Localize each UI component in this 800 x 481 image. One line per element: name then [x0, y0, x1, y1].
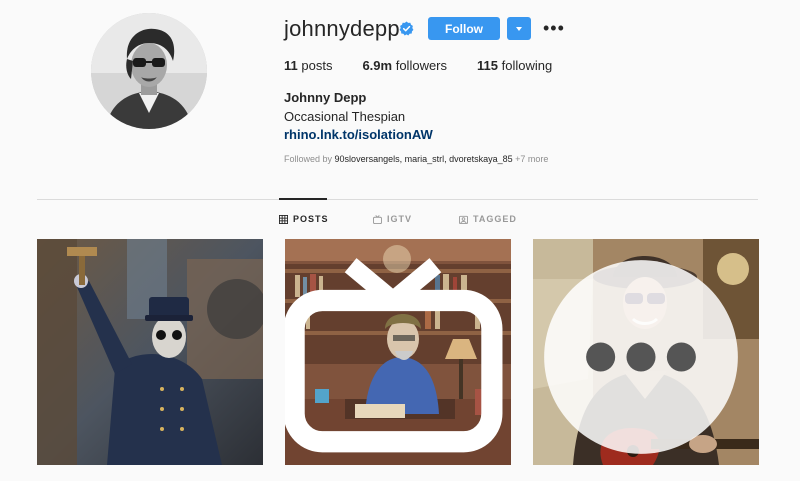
grid-icon: [279, 214, 288, 224]
suggested-accounts-button[interactable]: [507, 17, 531, 40]
active-tab-indicator: [279, 198, 327, 200]
posts-count-label: posts: [301, 58, 333, 73]
tab-igtv[interactable]: IGTV: [373, 214, 412, 224]
following-count-label: following: [501, 58, 553, 73]
following-count[interactable]: 115 following: [477, 58, 552, 73]
igtv-icon: [373, 214, 382, 224]
followed-by-prefix: Followed by: [284, 154, 333, 164]
profile-website-link[interactable]: rhino.lnk.to/isolationAW: [284, 127, 433, 142]
profile-photo: [91, 13, 207, 129]
tab-tagged[interactable]: TAGGED: [459, 214, 517, 224]
profile-bio: Occasional Thespian: [284, 109, 406, 124]
chevron-down-icon: [516, 26, 522, 31]
tab-tagged-label: TAGGED: [473, 214, 517, 224]
followed-by[interactable]: Followed by 90sloversangels, maria_strl,…: [284, 154, 548, 164]
post-thumbnail-3[interactable]: [533, 239, 759, 465]
tab-igtv-label: IGTV: [387, 214, 413, 224]
followed-by-names: 90sloversangels, maria_strl, dvoretskaya…: [334, 154, 513, 164]
video-badge-icon: [544, 260, 738, 454]
post-image-1: [37, 239, 263, 465]
followers-count-value: 6.9m: [362, 58, 393, 73]
profile-username: johnnydepp: [284, 16, 400, 41]
profile-stats: 11 posts 6.9m followers 115 following: [284, 58, 582, 73]
followed-by-more: +7 more: [515, 154, 549, 164]
followers-count[interactable]: 6.9m followers: [362, 58, 447, 73]
followers-count-label: followers: [395, 58, 448, 73]
tab-posts-label: POSTS: [293, 214, 329, 224]
follow-button[interactable]: Follow: [428, 17, 500, 40]
options-more-icon[interactable]: •••: [543, 18, 565, 38]
profile-tabs: POSTS IGTV TAGGED: [0, 214, 800, 226]
verified-badge-icon: [399, 21, 414, 36]
post-thumbnail-1[interactable]: [37, 239, 263, 465]
igtv-badge-icon: [285, 258, 503, 453]
tab-posts[interactable]: POSTS: [279, 214, 329, 224]
posts-count: 11 posts: [284, 58, 332, 73]
posts-count-value: 11: [284, 58, 298, 73]
tagged-icon: [459, 215, 468, 224]
tabs-divider: [37, 199, 758, 200]
profile-avatar[interactable]: [91, 13, 207, 129]
following-count-value: 115: [477, 58, 498, 73]
post-thumbnail-2[interactable]: [285, 239, 511, 465]
profile-full-name: Johnny Depp: [284, 90, 367, 105]
